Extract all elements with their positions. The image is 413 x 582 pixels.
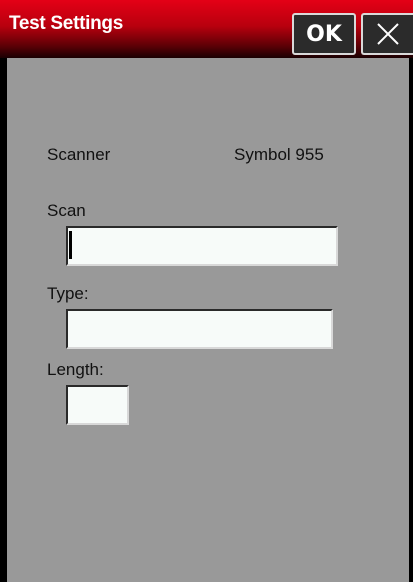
type-input[interactable]: [66, 309, 333, 349]
length-label: Length:: [47, 360, 104, 379]
close-button[interactable]: [361, 13, 413, 55]
close-icon: [377, 23, 399, 45]
window-title: Test Settings: [9, 13, 123, 34]
text-caret: [69, 231, 72, 259]
length-input[interactable]: [66, 385, 129, 425]
ok-button[interactable]: OK: [292, 13, 356, 55]
scanner-value: Symbol 955: [234, 145, 324, 164]
device-screen: Test Settings OK Scanner Symbol 955 Scan…: [0, 0, 413, 582]
scan-input[interactable]: [66, 226, 338, 266]
settings-panel: Scanner Symbol 955 Scan Type: Length:: [7, 58, 409, 582]
scanner-label: Scanner: [47, 145, 111, 164]
title-bar: Test Settings OK: [0, 0, 413, 58]
type-label: Type:: [47, 284, 89, 303]
scan-label: Scan: [47, 201, 86, 220]
